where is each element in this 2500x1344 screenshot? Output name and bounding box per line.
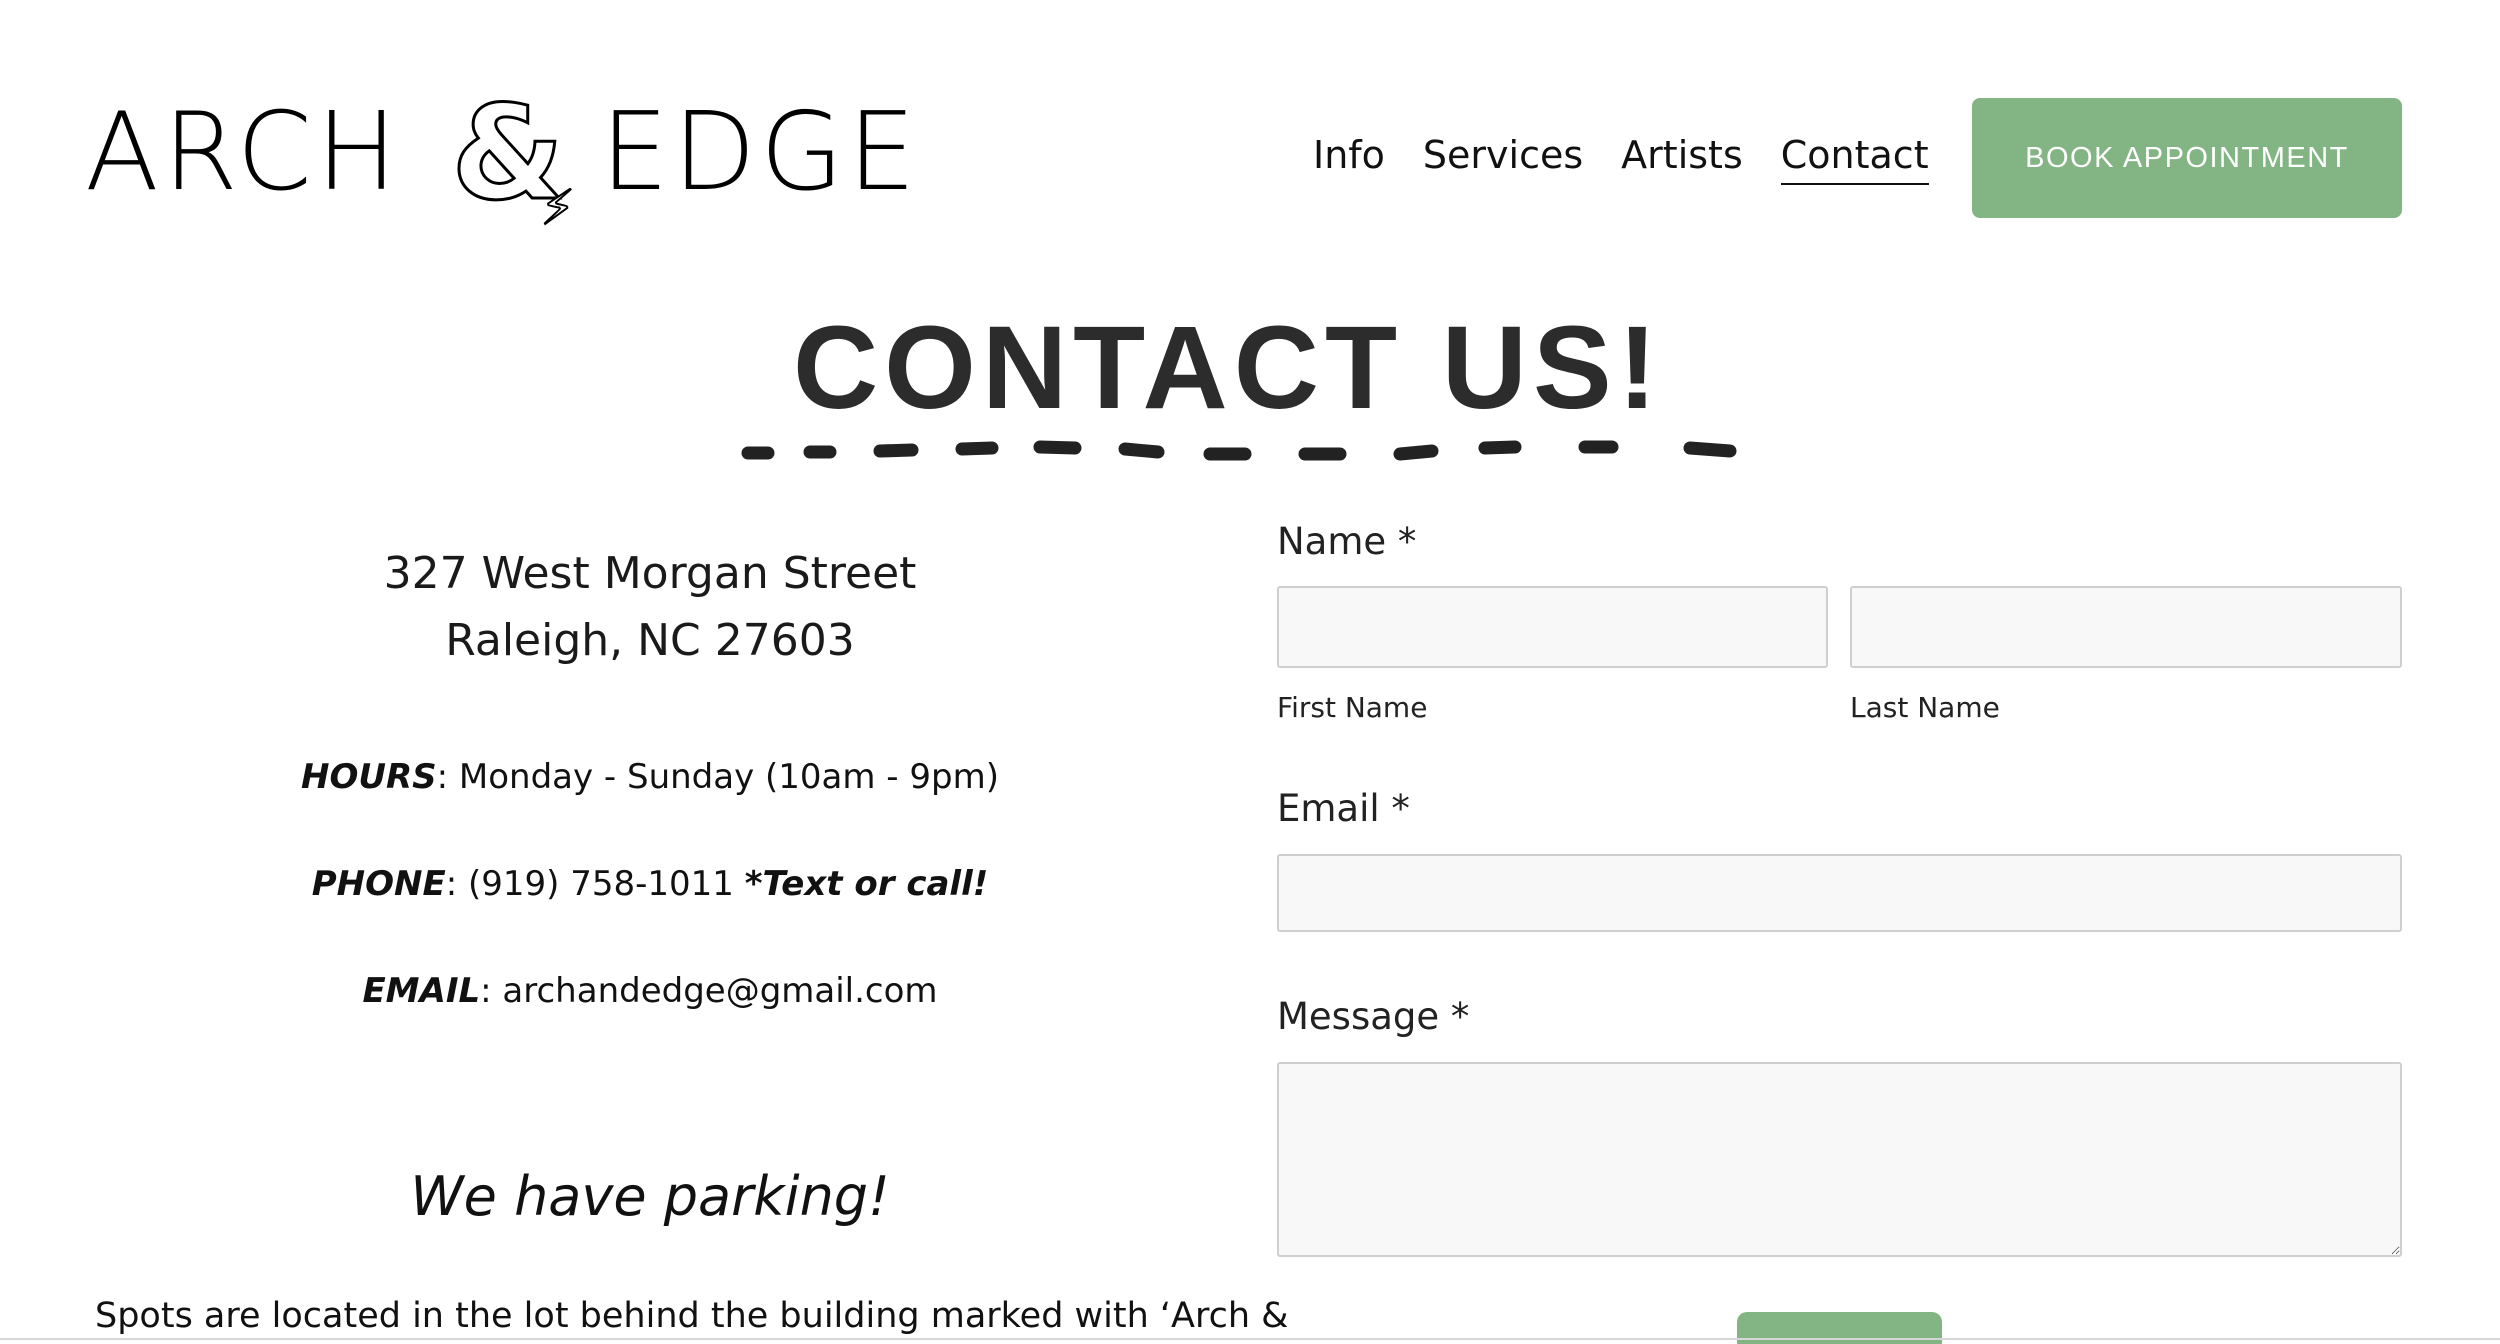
- nav-item-info[interactable]: Info: [1313, 133, 1385, 185]
- hours-label: HOURS: [300, 757, 437, 797]
- nav-item-artists[interactable]: Artists: [1621, 133, 1743, 185]
- logo-word-arch: ARCH: [85, 90, 402, 215]
- phone-value[interactable]: : (919) 758-1011: [446, 864, 745, 904]
- phone-line: PHONE: (919) 758-1011 *Text or call!: [60, 864, 1240, 904]
- nav-item-services[interactable]: Services: [1423, 133, 1583, 185]
- phone-note: *Text or call!: [744, 864, 989, 904]
- address-block: 327 West Morgan Street Raleigh, NC 27603: [60, 548, 1240, 666]
- site-logo[interactable]: ARCH & ⚡ EDGE: [85, 77, 920, 236]
- first-name-label: First Name: [1277, 691, 1428, 724]
- parking-heading: We have parking!: [410, 1165, 890, 1228]
- hours-value: : Monday - Sunday (10am - 9pm): [436, 757, 999, 797]
- main-nav: Info Services Artists Contact: [1313, 133, 1929, 185]
- email-line: EMAIL: archandedge@gmail.com: [60, 971, 1240, 1011]
- contact-page: ARCH & ⚡ EDGE Info Services Artists Conta…: [0, 0, 2500, 1344]
- viewport-bottom-divider: [0, 1338, 2500, 1340]
- address-line-2: Raleigh, NC 27603: [445, 615, 855, 666]
- message-label: Message *: [1277, 995, 1470, 1038]
- email-value[interactable]: : archandedge@gmail.com: [480, 971, 937, 1011]
- logo-word-edge: EDGE: [600, 90, 920, 215]
- book-appointment-button[interactable]: BOOK APPOINTMENT: [1972, 98, 2402, 218]
- dashed-underline-decoration: [741, 440, 1737, 461]
- name-label: Name *: [1277, 520, 1417, 563]
- email-label: EMAIL: [362, 971, 481, 1011]
- message-textarea[interactable]: [1277, 1062, 2402, 1257]
- lightning-bolt-icon: ⚡: [540, 180, 576, 236]
- hours-line: HOURS: Monday - Sunday (10am - 9pm): [60, 757, 1240, 797]
- last-name-input[interactable]: [1850, 586, 2402, 668]
- phone-label: PHONE: [311, 864, 446, 904]
- logo-ampersand: & ⚡: [450, 77, 576, 236]
- first-name-input[interactable]: [1277, 586, 1828, 668]
- nav-item-contact[interactable]: Contact: [1780, 133, 1929, 185]
- email-field[interactable]: [1277, 854, 2402, 932]
- email-field-label: Email *: [1277, 787, 1410, 830]
- address-line-1: 327 West Morgan Street: [383, 548, 917, 599]
- parking-description: Spots are located in the lot behind the …: [95, 1296, 1289, 1336]
- last-name-label: Last Name: [1850, 691, 2000, 724]
- page-title: CONTACT US!: [792, 302, 1664, 434]
